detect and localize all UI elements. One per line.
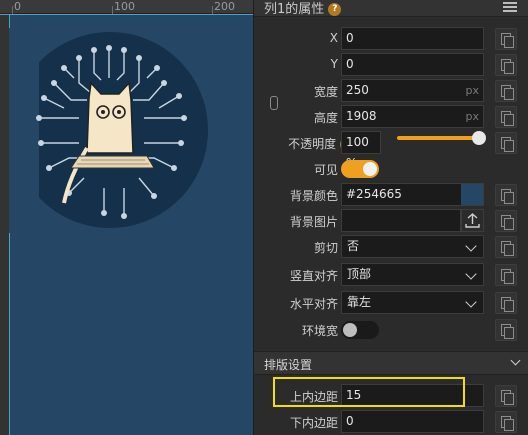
- hamburger-menu-icon[interactable]: [503, 2, 517, 12]
- chevron-down-icon: [465, 268, 477, 280]
- section-title: 排版设置: [264, 358, 313, 372]
- layout-section-header[interactable]: 排版设置: [254, 351, 528, 375]
- ruler-tick-label: 200: [214, 0, 235, 13]
- copy-icon[interactable]: [495, 411, 517, 433]
- clip-label: 剪切: [313, 241, 338, 255]
- help-icon[interactable]: ?: [328, 3, 342, 16]
- x-input[interactable]: 0: [341, 27, 484, 50]
- height-input[interactable]: 1908 px: [341, 105, 484, 128]
- height-value: 1908: [346, 109, 377, 123]
- opacity-input[interactable]: 100 %: [341, 131, 381, 170]
- opacity-label-text: 不透明度: [288, 137, 337, 151]
- opacity-slider-knob[interactable]: [472, 131, 486, 145]
- selection-guide: [0, 14, 253, 15]
- visible-toggle[interactable]: [341, 160, 379, 178]
- halign-select[interactable]: 靠左: [341, 291, 484, 314]
- halign-value: 靠左: [347, 295, 372, 309]
- bgcolor-value: #254665: [346, 187, 402, 201]
- valign-label: 竖直对齐: [289, 269, 338, 283]
- panel-title: 列1的属性 ?: [264, 0, 342, 17]
- row-bgimage: 背景图片: [254, 208, 528, 234]
- width-unit: px: [465, 84, 480, 97]
- panel-title-text: 列1的属性: [264, 2, 325, 17]
- clip-value: 否: [347, 239, 360, 253]
- copy-icon[interactable]: [495, 264, 517, 286]
- toggle-knob: [343, 323, 357, 337]
- padding-bottom-label: 下内边距: [289, 416, 338, 430]
- row-clip: 剪切 否: [254, 234, 528, 260]
- row-width: 宽度 250 px: [254, 78, 528, 104]
- copy-icon[interactable]: [495, 385, 517, 407]
- ruler-tick-label: 0: [14, 0, 21, 13]
- ruler-tick: [12, 6, 13, 14]
- width-value: 250: [346, 83, 369, 97]
- row-x: X 0: [254, 26, 528, 52]
- cat-circuit-illustration[interactable]: [9, 28, 209, 233]
- padding-bottom-input[interactable]: 0: [341, 410, 484, 433]
- width-input[interactable]: 250 px: [341, 79, 484, 102]
- y-input[interactable]: 0: [341, 53, 484, 76]
- upload-icon[interactable]: [461, 209, 484, 232]
- bgimage-label: 背景图片: [289, 215, 338, 229]
- copy-icon[interactable]: [495, 210, 517, 232]
- row-y: Y 0: [254, 52, 528, 78]
- chevron-down-icon: [510, 355, 521, 366]
- valign-value: 顶部: [347, 267, 372, 281]
- clip-select[interactable]: 否: [341, 235, 484, 258]
- x-label: X: [329, 31, 338, 45]
- toggle-knob: [363, 162, 377, 176]
- copy-icon[interactable]: [495, 319, 517, 341]
- width-label: 宽度: [313, 85, 338, 99]
- properties-panel: 列1的属性 ? X 0 Y 0 宽度 250 px 高度 1908 px 不透明度 …: [253, 0, 528, 435]
- horizontal-ruler: 0 100 200: [0, 0, 253, 14]
- row-opacity: 不透明度 ? 100 %: [254, 130, 528, 170]
- ruler-tick: [212, 6, 213, 14]
- copy-icon[interactable]: [495, 184, 517, 206]
- wrap-toggle[interactable]: [341, 321, 379, 339]
- copy-icon[interactable]: [495, 54, 517, 76]
- bgcolor-label: 背景颜色: [289, 189, 338, 203]
- row-padding-bottom: 下内边距 0: [254, 409, 528, 435]
- height-label: 高度: [313, 111, 338, 125]
- valign-select[interactable]: 顶部: [341, 263, 484, 286]
- row-halign: 水平对齐 靠左: [254, 290, 528, 316]
- copy-icon[interactable]: [495, 236, 517, 258]
- highlight-box: [273, 377, 465, 407]
- row-visible: 可见: [254, 156, 528, 182]
- copy-icon[interactable]: [495, 80, 517, 102]
- copy-icon[interactable]: [495, 132, 517, 154]
- halign-label: 水平对齐: [289, 297, 338, 311]
- app-window: 0 100 200 列1的属性 ? X 0 Y 0 宽度 250 px 高度 1…: [0, 0, 528, 435]
- chevron-down-icon: [465, 296, 477, 308]
- row-wrap: 环境宽: [254, 317, 528, 343]
- ruler-tick-label: 100: [114, 0, 135, 13]
- wrap-label: 环境宽: [301, 324, 338, 338]
- copy-icon[interactable]: [495, 292, 517, 314]
- color-swatch[interactable]: [461, 184, 483, 205]
- opacity-slider[interactable]: [397, 136, 484, 140]
- row-height: 高度 1908 px: [254, 104, 528, 130]
- design-canvas[interactable]: 0 100 200: [0, 0, 253, 435]
- bgimage-input[interactable]: [341, 209, 461, 232]
- ruler-tick: [112, 6, 113, 14]
- visible-label: 可见: [313, 163, 338, 177]
- panel-header: 列1的属性 ?: [254, 0, 528, 17]
- y-label: Y: [330, 57, 338, 71]
- chevron-down-icon: [465, 240, 477, 252]
- copy-icon[interactable]: [495, 28, 517, 50]
- row-valign: 竖直对齐 顶部: [254, 262, 528, 288]
- bgcolor-input[interactable]: #254665: [341, 183, 484, 206]
- row-bgcolor: 背景颜色 #254665: [254, 182, 528, 208]
- height-unit: px: [465, 110, 480, 123]
- copy-icon[interactable]: [495, 106, 517, 128]
